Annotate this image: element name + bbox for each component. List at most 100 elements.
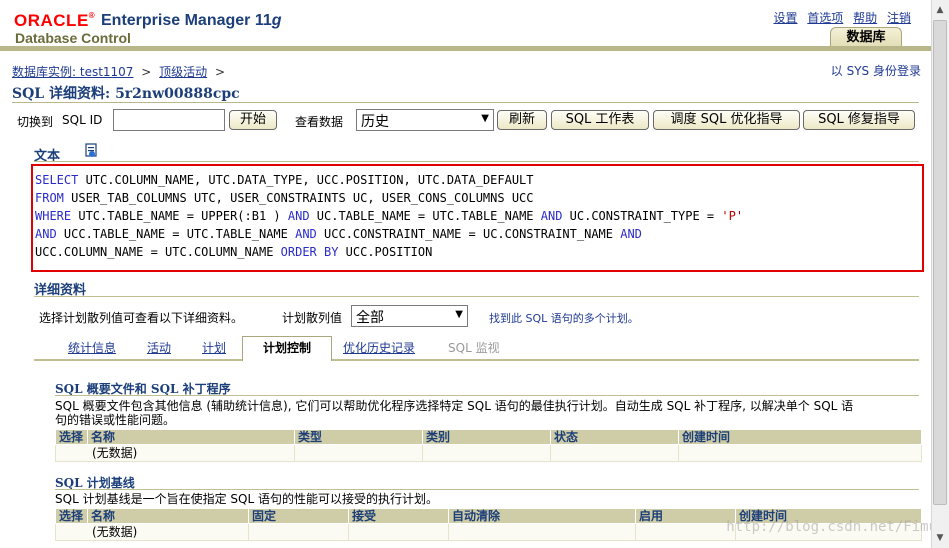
no-data-cell: (无数据) <box>55 523 249 541</box>
tab-activity[interactable]: 活动 <box>147 339 171 359</box>
sql-token: UCC.CONSTRAINT_NAME = UC.CONSTRAINT_NAME <box>316 227 621 241</box>
tab-tuning-history[interactable]: 优化历史记录 <box>343 339 415 359</box>
profiles-description-line-2: 句的错误或性能问题。 <box>55 413 176 427</box>
sql-token: UCC.COLUMN_NAME = UTC.COLUMN_NAME <box>35 245 281 259</box>
sql-token: UCC.TABLE_NAME = UTC.TABLE_NAME <box>56 227 296 241</box>
table-cell <box>550 444 679 462</box>
details-section-divider <box>34 296 919 297</box>
breadcrumb-separator: > <box>215 65 226 79</box>
sql-keyword: AND <box>287 209 310 223</box>
column-header-name[interactable]: 名称 <box>87 508 249 524</box>
view-data-value: 历史 <box>361 114 389 130</box>
tab-database[interactable]: 数据库 <box>830 27 902 47</box>
sql-line: FROM USER_TAB_COLUMNS UTC, USER_CONSTRAI… <box>35 189 920 207</box>
title-divider <box>12 102 919 103</box>
column-header-accepted[interactable]: 接受 <box>348 508 449 524</box>
view-data-label: 查看数据 <box>295 115 344 129</box>
tab-sql-monitor[interactable]: SQL 监视 <box>448 339 500 359</box>
column-header-select[interactable]: 选择 <box>55 429 88 445</box>
help-link[interactable]: 帮助 <box>853 11 877 25</box>
sqlid-label: SQL ID <box>62 113 103 127</box>
sql-tuning-advisor-button[interactable]: 调度 SQL 优化指导 <box>653 110 800 130</box>
hash-value-select[interactable]: 全部 ▼ <box>351 305 468 327</box>
oracle-logo: ORACLE® <box>14 11 96 30</box>
tab-plan-control[interactable]: 计划控制 <box>242 336 332 361</box>
sql-keyword: WHERE <box>35 209 72 223</box>
sql-worksheet-button[interactable]: SQL 工作表 <box>551 110 649 130</box>
sql-token: UC.TABLE_NAME = UTC.TABLE_NAME <box>309 209 541 223</box>
text-section-divider <box>34 161 919 162</box>
sql-keyword: AND <box>540 209 563 223</box>
multiple-plans-link[interactable]: 找到此 SQL 语句的多个计划。 <box>489 310 639 326</box>
sql-keyword: AND <box>620 227 642 241</box>
column-header-auto-purge[interactable]: 自动清除 <box>448 508 636 524</box>
sql-keyword: AND <box>295 227 317 241</box>
sql-token: USER_TAB_COLUMNS UTC, USER_CONSTRAINTS U… <box>63 191 534 205</box>
tab-statistics[interactable]: 统计信息 <box>68 339 116 359</box>
sql-line: AND UCC.TABLE_NAME = UTC.TABLE_NAME AND … <box>35 225 920 243</box>
table-cell <box>422 444 551 462</box>
table-cell <box>448 523 636 541</box>
table-row: (无数据) <box>55 444 922 462</box>
sql-keyword: FROM <box>35 191 64 205</box>
column-header-type[interactable]: 类型 <box>294 429 423 445</box>
scroll-down-arrow-icon[interactable]: ▼ <box>933 530 947 546</box>
sql-keyword: ORDER BY <box>280 245 339 259</box>
details-hint: 选择计划散列值可查看以下详细资料。 <box>39 311 244 325</box>
scroll-up-arrow-icon[interactable]: ▲ <box>933 2 947 18</box>
tabs-baseline <box>34 359 919 361</box>
baselines-description: SQL 计划基线是一个旨在使指定 SQL 语句的性能可以接受的执行计划。 <box>55 492 438 506</box>
column-header-status[interactable]: 状态 <box>550 429 679 445</box>
profiles-description: SQL 概要文件包含其他信息 (辅助统计信息), 它们可以帮助优化程序选择特定 … <box>55 399 921 427</box>
sql-token: UC.CONSTRAINT_TYPE = <box>562 209 722 223</box>
profiles-table: 选择 名称 类型 类别 状态 创建时间 (无数据) <box>55 429 922 462</box>
breadcrumb-item-instance[interactable]: 数据库实例: test1107 <box>12 65 133 79</box>
column-header-fixed[interactable]: 固定 <box>248 508 349 524</box>
column-header-created[interactable]: 创建时间 <box>678 429 922 445</box>
scrollbar-thumb[interactable] <box>933 20 947 505</box>
settings-link[interactable]: 设置 <box>773 11 797 25</box>
table-cell <box>678 444 922 462</box>
start-button[interactable]: 开始 <box>229 110 277 130</box>
header-divider <box>0 46 931 51</box>
global-links: 设置 首选项 帮助 注销 <box>767 9 911 26</box>
page-title: SQL 详细资料: 5r2nw00888cpc <box>12 86 240 102</box>
hash-value-label: 计划散列值 <box>282 311 343 325</box>
table-cell <box>348 523 449 541</box>
login-status: 以 SYS 身份登录 <box>830 64 921 78</box>
table-cell <box>248 523 349 541</box>
sql-keyword: SELECT <box>35 173 79 187</box>
profiles-divider <box>55 395 919 396</box>
sql-string: 'P' <box>721 209 744 223</box>
sql-line: UCC.COLUMN_NAME = UTC.COLUMN_NAME ORDER … <box>35 243 920 261</box>
no-data-cell: (无数据) <box>55 444 295 462</box>
breadcrumb: 数据库实例: test1107 > 顶级活动 > <box>12 63 229 80</box>
column-header-select[interactable]: 选择 <box>55 508 88 524</box>
table-header-row: 选择 名称 类型 类别 状态 创建时间 <box>55 429 922 445</box>
sql-token: UTC.COLUMN_NAME, UTC.DATA_TYPE, UCC.POSI… <box>78 173 534 187</box>
product-subtitle: Database Control <box>15 30 131 46</box>
sql-text-box: SELECT UTC.COLUMN_NAME, UTC.DATA_TYPE, U… <box>31 164 924 272</box>
preferences-link[interactable]: 首选项 <box>807 11 843 25</box>
breadcrumb-item-top-activity[interactable]: 顶级活动 <box>159 65 207 79</box>
watermark-text: http://blog.csdn.net/Fimu <box>726 519 937 535</box>
refresh-button[interactable]: 刷新 <box>497 110 547 130</box>
sql-repair-advisor-button[interactable]: SQL 修复指导 <box>803 110 915 130</box>
product-name: Enterprise Manager 11g <box>101 12 282 29</box>
sqlid-input[interactable] <box>113 109 225 131</box>
profiles-description-line-1: SQL 概要文件包含其他信息 (辅助统计信息), 它们可以帮助优化程序选择特定 … <box>55 399 854 413</box>
chevron-down-icon: ▼ <box>455 309 463 320</box>
column-header-category[interactable]: 类别 <box>422 429 551 445</box>
tab-plan[interactable]: 计划 <box>202 339 226 359</box>
sql-token: UTC.TABLE_NAME = UPPER(:B1 ) <box>71 209 288 223</box>
details-tabs: 统计信息 活动 计划 计划控制 优化历史记录 SQL 监视 <box>34 336 919 361</box>
table-cell <box>635 523 736 541</box>
view-data-select[interactable]: 历史 ▼ <box>356 109 494 131</box>
sql-token: UCC.POSITION <box>338 245 433 259</box>
table-cell <box>294 444 423 462</box>
column-header-name[interactable]: 名称 <box>87 429 295 445</box>
copy-icon[interactable] <box>83 143 99 159</box>
sql-keyword: AND <box>35 227 57 241</box>
column-header-enabled[interactable]: 启用 <box>635 508 736 524</box>
logout-link[interactable]: 注销 <box>887 11 911 25</box>
